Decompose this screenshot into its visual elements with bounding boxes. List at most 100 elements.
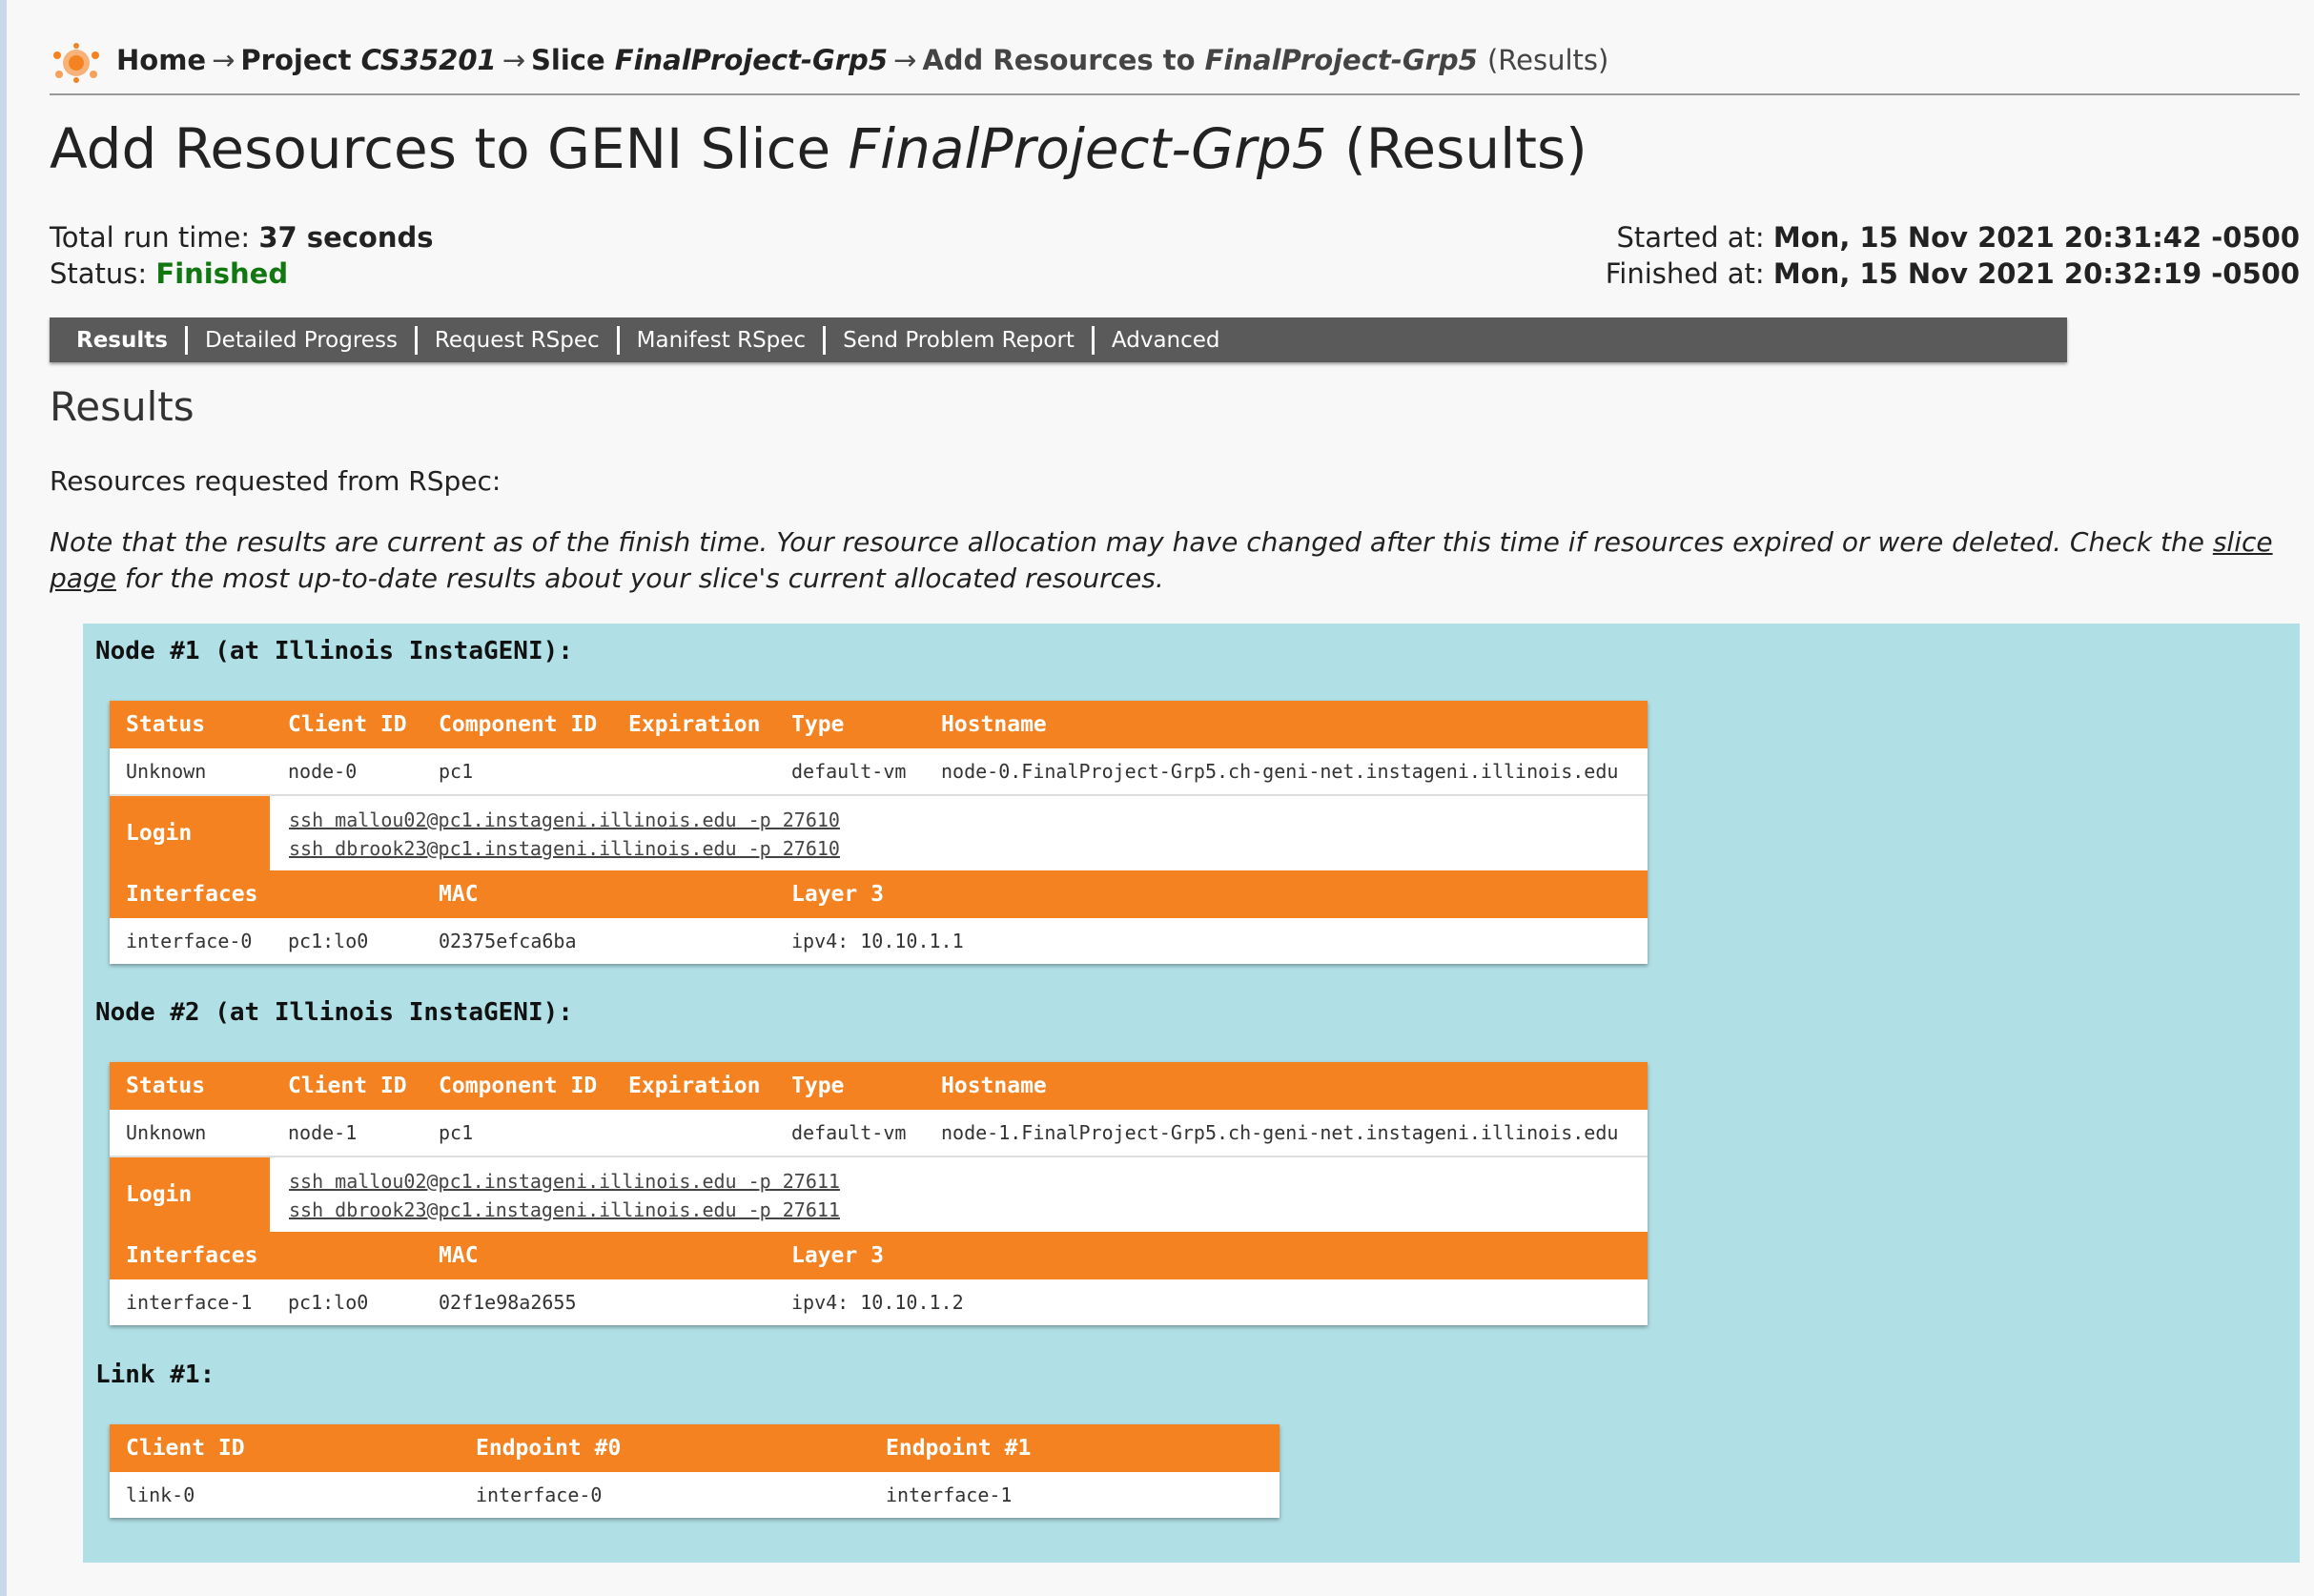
login-links: ssh mallou02@pc1.instageni.illinois.edu … [289,1167,840,1224]
link-endpoint-1: interface-1 [886,1483,1013,1506]
header-component-id: Component ID [439,1074,598,1098]
header-interfaces: Interfaces [126,1243,258,1268]
header-type: Type [791,712,845,737]
breadcrumb: Home → Project CS35201 → Slice FinalProject-… [50,38,2300,95]
login-links: ssh mallou02@pc1.instageni.illinois.edu … [289,806,840,863]
started-value: Mon, 15 Nov 2021 20:31:42 -0500 [1772,221,2300,254]
breadcrumb-trail: Home → Project CS35201 → Slice FinalProject-… [116,44,1608,76]
run-timestamps: Started at: Mon, 15 Nov 2021 20:31:42 -0… [1606,219,2300,292]
breadcrumb-project-name: CS35201 [360,44,497,76]
header-client-id: Client ID [288,1074,407,1098]
node-data-row: Unknown node-0 pc1 default-vm node-0.Fin… [110,748,1648,794]
page-title-suffix: (Results) [1344,116,1587,181]
left-edge-bar [0,0,7,1596]
header-component-id: Component ID [439,712,598,737]
run-time-label: Total run time: [50,221,251,254]
header-endpoint-1: Endpoint #1 [886,1436,1032,1461]
tab-request-rspec[interactable]: Request RSpec [418,325,620,355]
started-label: Started at: [1616,221,1765,254]
login-row: Login ssh mallou02@pc1.instageni.illinoi… [110,1156,1648,1232]
breadcrumb-current-slice: FinalProject-Grp5 [1204,44,1478,76]
interface-client: pc1:lo0 [288,1291,369,1314]
node-status: Unknown [126,760,207,783]
breadcrumb-current-suffix: (Results) [1486,44,1609,76]
ssh-login-link[interactable]: ssh dbrook23@pc1.instageni.illinois.edu … [289,1196,840,1224]
breadcrumb-home[interactable]: Home [116,44,206,76]
node-component-id: pc1 [439,1121,474,1144]
interface-row: interface-1 pc1:lo0 02f1e98a2655 ipv4: 1… [110,1279,1648,1325]
header-hostname: Hostname [941,1074,1047,1098]
run-summary: Total run time: 37 seconds Status: Finis… [50,219,434,292]
node-1-table: Status Client ID Component ID Expiration… [110,701,1648,964]
header-layer3: Layer 3 [791,1243,884,1268]
header-status: Status [126,712,206,737]
tab-bar: Results Detailed Progress Request RSpec … [50,317,2067,362]
link-table-header: Client ID Endpoint #0 Endpoint #1 [110,1424,1280,1472]
status-label: Status: [50,257,148,290]
interface-mac: 02375efca6ba [439,930,577,952]
breadcrumb-current: Add Resources to FinalProject-Grp5 (Resu… [922,44,1608,76]
interfaces-header: Interfaces MAC Layer 3 [110,1232,1648,1279]
node-2-title: Node #2 (at Illinois InstaGENI): [95,998,573,1027]
header-endpoint-0: Endpoint #0 [476,1436,622,1461]
node-data-row: Unknown node-1 pc1 default-vm node-1.Fin… [110,1110,1648,1156]
interfaces-header: Interfaces MAC Layer 3 [110,870,1648,918]
page-title-slice: FinalProject-Grp5 [848,116,1327,181]
header-expiration: Expiration [628,712,761,737]
breadcrumb-project[interactable]: Project CS35201 [240,44,496,76]
interface-row: interface-0 pc1:lo0 02375efca6ba ipv4: 1… [110,918,1648,964]
tab-manifest-rspec[interactable]: Manifest RSpec [620,325,827,355]
login-label: Login [110,1157,270,1232]
node-hostname: node-1.FinalProject-Grp5.ch-geni-net.ins… [941,1121,1619,1144]
link-1-title: Link #1: [95,1361,215,1389]
tab-advanced[interactable]: Advanced [1095,326,1238,355]
ssh-login-link[interactable]: ssh dbrook23@pc1.instageni.illinois.edu … [289,834,840,863]
header-hostname: Hostname [941,712,1047,737]
interface-name: interface-1 [126,1291,253,1314]
node-status: Unknown [126,1121,207,1144]
login-row: Login ssh mallou02@pc1.instageni.illinoi… [110,794,1648,870]
status-value: Finished [155,257,289,290]
node-type: default-vm [791,1121,907,1144]
page-title: Add Resources to GENI Slice FinalProject… [50,116,1587,181]
requested-text: Resources requested from RSpec: [50,465,502,497]
breadcrumb-project-label: Project [240,44,352,76]
geni-logo-icon [53,43,99,83]
header-layer3: Layer 3 [791,882,884,907]
run-time-value: 37 seconds [258,221,434,254]
breadcrumb-separator: → [212,44,235,76]
tab-detailed-progress[interactable]: Detailed Progress [188,325,418,355]
header-type: Type [791,1074,845,1098]
link-endpoint-0: interface-0 [476,1483,603,1506]
node-table-header: Status Client ID Component ID Expiration… [110,701,1648,748]
tab-results[interactable]: Results [59,325,188,355]
ssh-login-link[interactable]: ssh mallou02@pc1.instageni.illinois.edu … [289,806,840,834]
breadcrumb-slice[interactable]: Slice FinalProject-Grp5 [531,44,888,76]
interface-layer3: ipv4: 10.10.1.1 [791,930,964,952]
link-data-row: link-0 interface-0 interface-1 [110,1472,1280,1518]
node-hostname: node-0.FinalProject-Grp5.ch-geni-net.ins… [941,760,1619,783]
header-interfaces: Interfaces [126,882,258,907]
note-text-after: for the most up-to-date results about yo… [115,563,1164,594]
interface-mac: 02f1e98a2655 [439,1291,577,1314]
breadcrumb-current-prefix: Add Resources to [922,44,1196,76]
interface-client: pc1:lo0 [288,930,369,952]
interface-layer3: ipv4: 10.10.1.2 [791,1291,964,1314]
link-1-table: Client ID Endpoint #0 Endpoint #1 link-0… [110,1424,1280,1518]
header-expiration: Expiration [628,1074,761,1098]
results-note: Note that the results are current as of … [50,524,2290,597]
login-label: Login [110,796,270,870]
note-text-before: Note that the results are current as of … [50,526,2213,558]
header-client-id: Client ID [288,712,407,737]
resources-panel: Node #1 (at Illinois InstaGENI): Status … [83,624,2300,1563]
header-link-client-id: Client ID [126,1436,245,1461]
ssh-login-link[interactable]: ssh mallou02@pc1.instageni.illinois.edu … [289,1167,840,1196]
breadcrumb-slice-name: FinalProject-Grp5 [614,44,888,76]
header-mac: MAC [439,1243,479,1268]
link-client-id: link-0 [126,1483,195,1506]
tab-send-problem-report[interactable]: Send Problem Report [826,325,1095,355]
breadcrumb-separator: → [502,44,526,76]
breadcrumb-separator: → [893,44,917,76]
node-1-title: Node #1 (at Illinois InstaGENI): [95,637,573,665]
node-type: default-vm [791,760,907,783]
